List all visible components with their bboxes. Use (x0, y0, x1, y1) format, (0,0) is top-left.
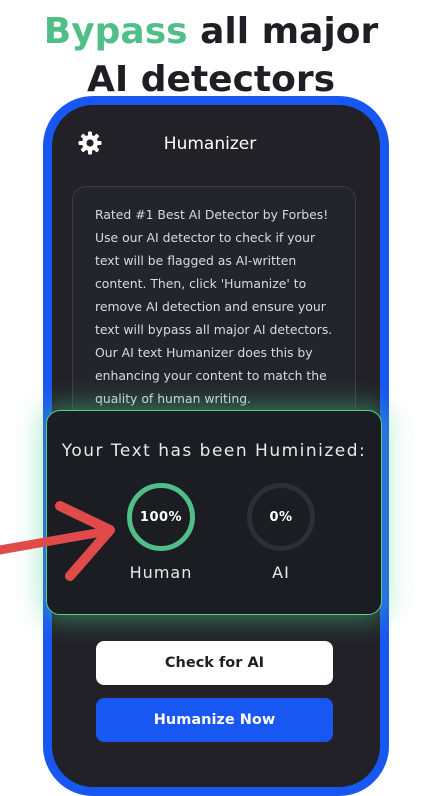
gear-icon[interactable] (78, 131, 102, 155)
ai-score-label: AI (272, 563, 290, 582)
headline-line1-rest: all major (187, 11, 379, 52)
human-score-gauge: 100% (127, 483, 195, 551)
humanize-now-button[interactable]: Humanize Now (96, 698, 333, 742)
headline-accent: Bypass (43, 11, 188, 52)
ai-score-gauge: 0% (247, 483, 315, 551)
text-input-content[interactable]: Rated #1 Best AI Detector by Forbes! Use… (95, 203, 341, 410)
ai-score-value: 0% (269, 509, 293, 525)
check-for-ai-button[interactable]: Check for AI (96, 641, 333, 685)
red-arrow-icon (0, 501, 115, 581)
app-title: Humanizer (163, 134, 257, 154)
result-title: Your Text has been Huminized: (61, 441, 367, 461)
text-input-card[interactable]: Rated #1 Best AI Detector by Forbes! Use… (72, 186, 356, 436)
promo-headline: Bypass all major AI detectors (0, 8, 422, 104)
human-score-value: 100% (139, 509, 183, 525)
